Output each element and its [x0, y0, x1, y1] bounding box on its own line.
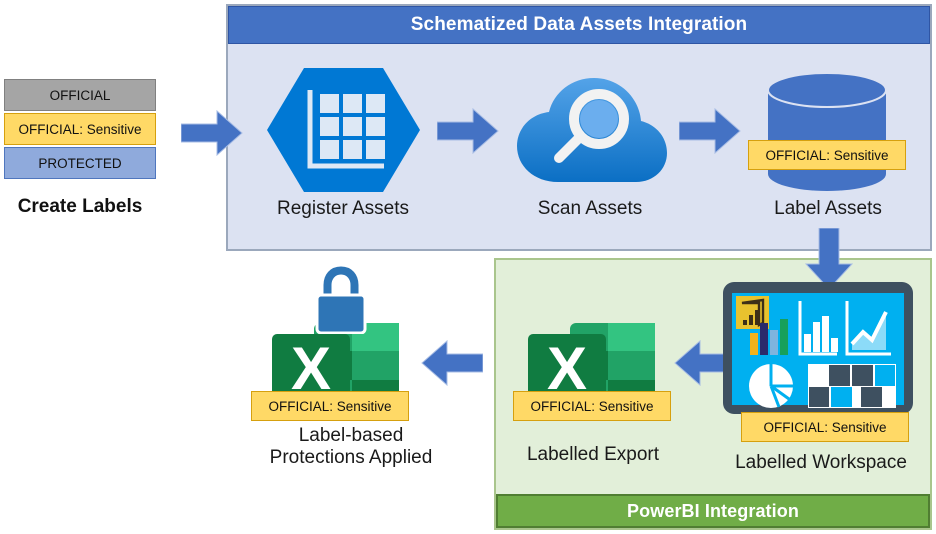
database-cylinder-icon: [767, 72, 887, 191]
label-chip-export: OFFICIAL: Sensitive: [513, 391, 671, 421]
padlock-icon: [315, 263, 367, 334]
create-labels-caption: Create Labels: [17, 196, 143, 217]
arrow-left-export-to-protections: [421, 340, 483, 386]
arrow-right-register-to-scan: [437, 108, 499, 154]
caption-protections-line2: Protections Applied: [269, 447, 433, 469]
caption-protections-line1: Label-based: [298, 425, 404, 446]
arrow-down-label-to-workspace: [805, 228, 853, 290]
hexagon-grid-icon: [267, 68, 420, 192]
arrow-right-create-to-register: [181, 110, 243, 156]
caption-labelled-workspace: Labelled Workspace: [735, 452, 907, 473]
arrow-right-scan-to-label: [679, 108, 741, 154]
caption-scan-assets: Scan Assets: [537, 198, 643, 219]
caption-label-assets: Label Assets: [774, 198, 882, 219]
caption-labelled-export: Labelled Export: [526, 444, 660, 465]
caption-register-assets: Register Assets: [277, 198, 409, 219]
label-chip-protections: OFFICIAL: Sensitive: [251, 391, 409, 421]
label-chip-workspace: OFFICIAL: Sensitive: [741, 412, 909, 442]
sensitivity-label-stack: OFFICIAL OFFICIAL: Sensitive PROTECTED: [4, 79, 156, 181]
label-chip-protected: PROTECTED: [4, 147, 156, 179]
cloud-magnifier-icon: [517, 78, 667, 182]
section-title-schematized: Schematized Data Assets Integration: [228, 6, 930, 44]
label-chip-database: OFFICIAL: Sensitive: [748, 140, 906, 170]
label-chip-official-sensitive: OFFICIAL: Sensitive: [4, 113, 156, 145]
caption-label-based-protections: Label-based Protections Applied: [238, 425, 464, 470]
label-chip-official: OFFICIAL: [4, 79, 156, 111]
powerbi-dashboard-icon: [723, 282, 913, 414]
section-title-powerbi: PowerBI Integration: [496, 494, 930, 528]
